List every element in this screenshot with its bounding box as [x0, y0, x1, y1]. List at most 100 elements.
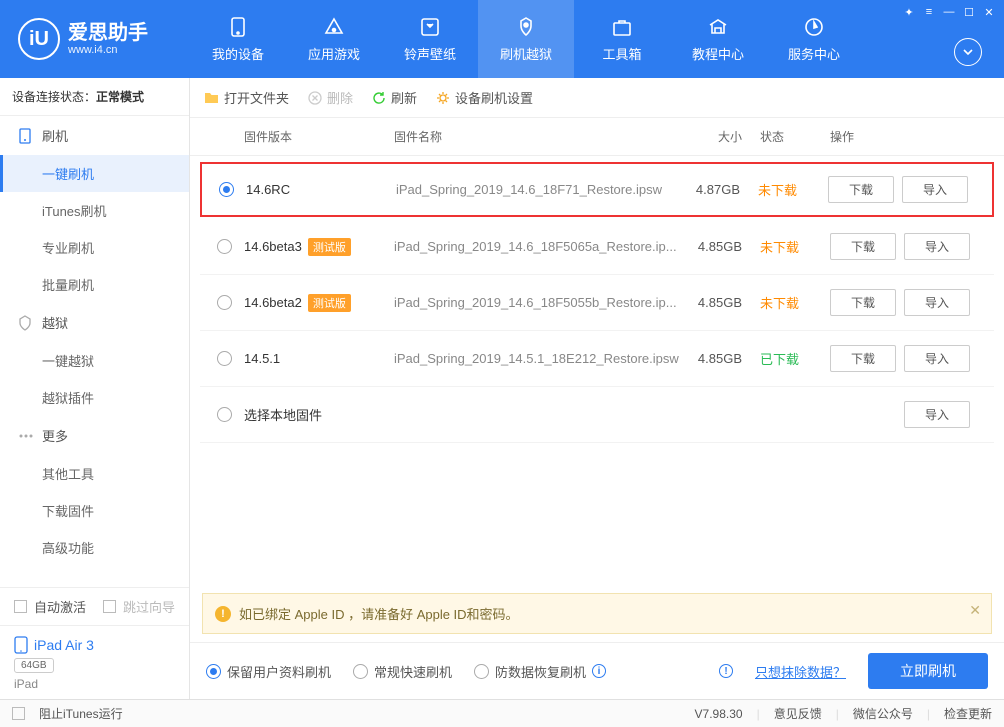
refresh-icon [371, 90, 386, 105]
radio-icon[interactable] [219, 182, 234, 197]
win-menu-button[interactable]: ≡ [920, 4, 938, 20]
info-icon[interactable]: ! [719, 664, 733, 678]
nav-item-5[interactable]: 教程中心 [670, 0, 766, 78]
group-icon [18, 428, 34, 444]
firmware-version: 14.6RC [246, 182, 396, 197]
firmware-filename: iPad_Spring_2019_14.6_18F5055b_Restore.i… [394, 295, 680, 310]
open-folder-button[interactable]: 打开文件夹 [204, 88, 289, 107]
device-storage-tag: 64GB [14, 658, 54, 673]
local-firmware-label: 选择本地固件 [244, 405, 394, 424]
checkbox-icon[interactable] [12, 707, 25, 720]
alert-close-button[interactable]: ✕ [969, 602, 981, 619]
alert-text: 如已绑定 Apple ID ，请准备好 Apple ID和密码。 [239, 604, 519, 623]
logo: iU 爱思助手 www.i4.cn [0, 18, 190, 60]
firmware-size: 4.85GB [680, 351, 760, 366]
sidebar-item[interactable]: 一键刷机 [0, 155, 189, 192]
gear-icon [435, 90, 450, 105]
status-value: 正常模式 [96, 90, 144, 104]
sidebar-item[interactable]: 高级功能 [0, 529, 189, 566]
radio-icon[interactable] [217, 295, 232, 310]
download-button[interactable]: 下载 [830, 289, 896, 316]
import-button[interactable]: 导入 [904, 345, 970, 372]
download-button[interactable]: 下载 [830, 345, 896, 372]
sidebar-item[interactable]: 批量刷机 [0, 266, 189, 303]
win-close-button[interactable]: ✕ [980, 4, 998, 20]
local-firmware-row[interactable]: 选择本地固件 导入 [200, 387, 994, 443]
nav-item-1[interactable]: 应用游戏 [286, 0, 382, 78]
import-button[interactable]: 导入 [904, 289, 970, 316]
erase-data-link[interactable]: 只想抹除数据？ [755, 662, 846, 681]
device-name[interactable]: iPad Air 3 [0, 625, 189, 656]
option-keep-data[interactable]: 保留用户资料刷机 [206, 662, 331, 681]
nav-icon [611, 16, 633, 38]
download-button[interactable]: 下载 [830, 233, 896, 260]
feedback-link[interactable]: 意见反馈 [774, 705, 822, 722]
option-anti-recovery[interactable]: 防数据恢复刷机i [474, 662, 606, 681]
window-controls: ✦ ≡ — ☐ ✕ [900, 4, 998, 20]
beta-badge: 测试版 [308, 294, 351, 312]
sidebar-group[interactable]: 越狱 [0, 303, 189, 342]
win-skin-button[interactable]: ✦ [900, 4, 918, 20]
warning-icon: ! [215, 606, 231, 622]
sidebar-item[interactable]: 下载固件 [0, 492, 189, 529]
import-button[interactable]: 导入 [902, 176, 968, 203]
radio-icon [206, 664, 221, 679]
firmware-filename: iPad_Spring_2019_14.5.1_18E212_Restore.i… [394, 351, 680, 366]
check-update-link[interactable]: 检查更新 [944, 705, 992, 722]
radio-icon[interactable] [217, 239, 232, 254]
nav-item-3[interactable]: 刷机越狱 [478, 0, 574, 78]
folder-icon [204, 90, 219, 105]
sidebar-group[interactable]: 刷机 [0, 116, 189, 155]
firmware-row[interactable]: 14.6RC iPad_Spring_2019_14.6_18F71_Resto… [200, 162, 994, 217]
firmware-version: 14.5.1 [244, 351, 394, 366]
col-version: 固件版本 [244, 128, 394, 145]
sidebar-item[interactable]: iTunes刷机 [0, 192, 189, 229]
app-header: iU 爱思助手 www.i4.cn 我的设备应用游戏铃声壁纸刷机越狱工具箱教程中… [0, 0, 1004, 78]
firmware-row[interactable]: 14.6beta3测试版 iPad_Spring_2019_14.6_18F50… [200, 219, 994, 275]
nav-icon [515, 16, 537, 38]
radio-icon[interactable] [217, 351, 232, 366]
delete-button[interactable]: 删除 [307, 88, 353, 107]
sidebar-item[interactable]: 越狱插件 [0, 379, 189, 416]
firmware-status: 未下载 [760, 237, 830, 256]
import-button[interactable]: 导入 [904, 401, 970, 428]
win-minimize-button[interactable]: — [940, 4, 958, 20]
flash-now-button[interactable]: 立即刷机 [868, 653, 988, 689]
download-button[interactable]: 下载 [828, 176, 894, 203]
device-settings-button[interactable]: 设备刷机设置 [435, 88, 533, 107]
refresh-button[interactable]: 刷新 [371, 88, 417, 107]
firmware-row[interactable]: 14.5.1 iPad_Spring_2019_14.5.1_18E212_Re… [200, 331, 994, 387]
col-size: 大小 [680, 128, 760, 145]
auto-activate-label: 自动激活 [34, 597, 86, 616]
delete-icon [307, 90, 322, 105]
nav-item-4[interactable]: 工具箱 [574, 0, 670, 78]
main-nav: 我的设备应用游戏铃声壁纸刷机越狱工具箱教程中心服务中心 [190, 0, 862, 78]
info-icon[interactable]: i [592, 664, 606, 678]
device-model: iPad [0, 675, 189, 699]
firmware-status: 未下载 [760, 293, 830, 312]
sidebar-item[interactable]: 专业刷机 [0, 229, 189, 266]
nav-item-0[interactable]: 我的设备 [190, 0, 286, 78]
firmware-row[interactable]: 14.6beta2测试版 iPad_Spring_2019_14.6_18F50… [200, 275, 994, 331]
firmware-size: 4.87GB [678, 182, 758, 197]
sidebar-item[interactable]: 一键越狱 [0, 342, 189, 379]
nav-item-2[interactable]: 铃声壁纸 [382, 0, 478, 78]
radio-icon[interactable] [217, 407, 232, 422]
skip-guide-label: 跳过向导 [123, 597, 175, 616]
nav-item-6[interactable]: 服务中心 [766, 0, 862, 78]
option-normal-flash[interactable]: 常规快速刷机 [353, 662, 452, 681]
header-dropdown-button[interactable] [954, 38, 982, 66]
firmware-filename: iPad_Spring_2019_14.6_18F71_Restore.ipsw [396, 182, 678, 197]
auto-activate-option[interactable]: 自动激活 跳过向导 [0, 588, 189, 625]
import-button[interactable]: 导入 [904, 233, 970, 260]
col-ops: 操作 [830, 128, 990, 145]
sidebar-item[interactable]: 其他工具 [0, 455, 189, 492]
win-maximize-button[interactable]: ☐ [960, 4, 978, 20]
wechat-link[interactable]: 微信公众号 [853, 705, 913, 722]
firmware-size: 4.85GB [680, 295, 760, 310]
nav-icon [803, 16, 825, 38]
footer: 阻止iTunes运行 V7.98.30 | 意见反馈 | 微信公众号 | 检查更… [0, 699, 1004, 727]
col-status: 状态 [760, 128, 830, 145]
sidebar-group[interactable]: 更多 [0, 416, 189, 455]
connection-status: 设备连接状态：正常模式 [0, 78, 189, 116]
